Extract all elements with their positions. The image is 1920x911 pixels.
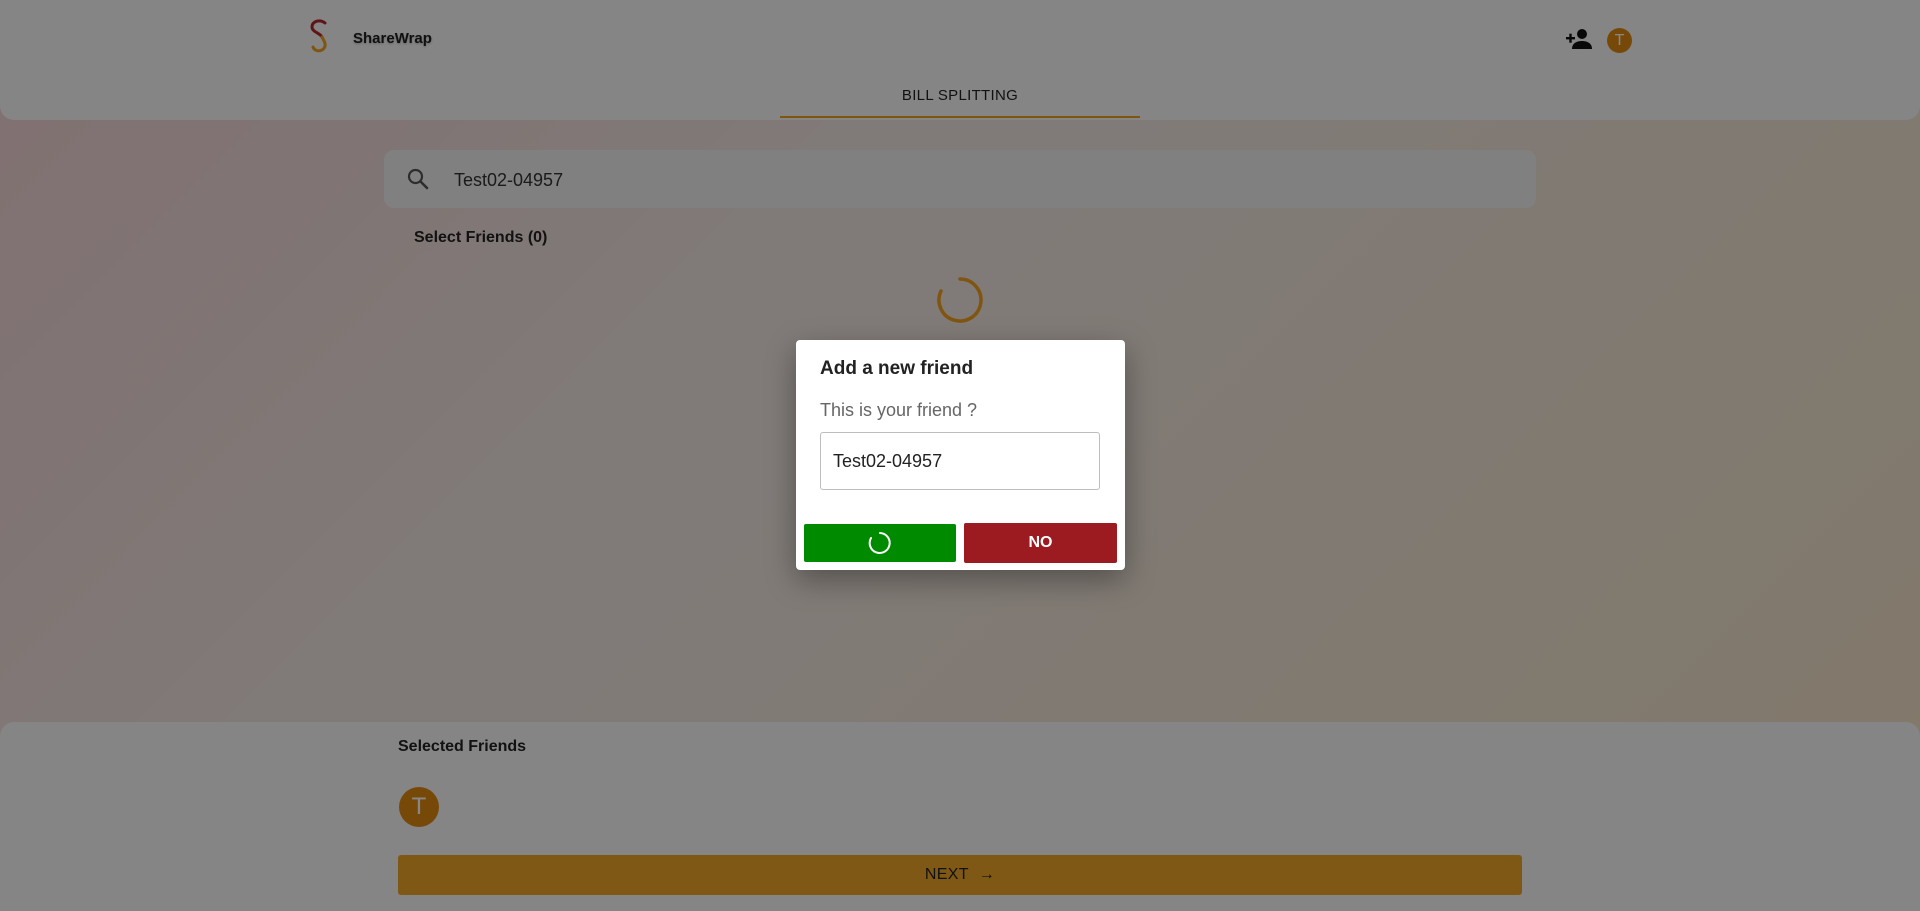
confirm-button[interactable] <box>804 524 956 562</box>
friend-username-field[interactable] <box>820 432 1100 490</box>
page: ShareWrap T BILL SPLITTING Select Friend… <box>0 0 1920 911</box>
dialog-question: This is your friend ? <box>820 400 978 420</box>
spinner-icon <box>868 532 891 554</box>
no-button[interactable]: NO <box>964 523 1117 563</box>
dialog-title: Add a new friend <box>820 358 974 379</box>
add-friend-dialog: Add a new friend This is your friend ? N… <box>796 340 1125 570</box>
